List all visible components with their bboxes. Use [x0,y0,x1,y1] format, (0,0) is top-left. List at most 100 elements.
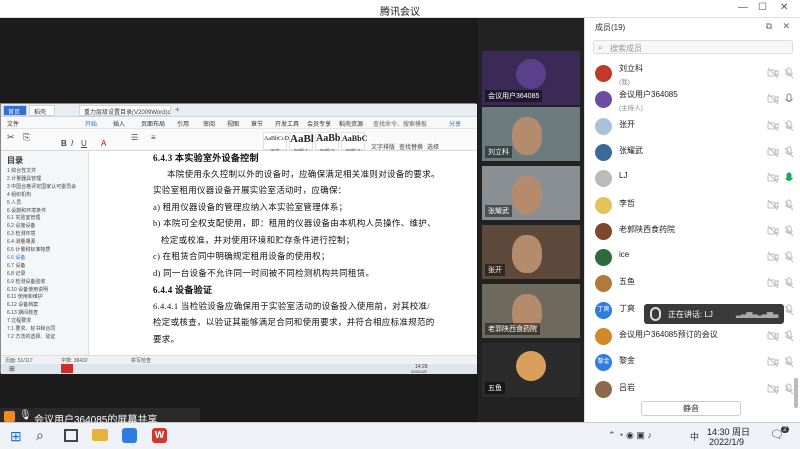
select-button[interactable]: 选择 [427,142,439,151]
toc-item[interactable]: 6.2 设施设备 [7,222,35,229]
tab-document[interactable]: 重力层级设置目录(V2009Word)docx [79,105,171,116]
document-line[interactable]: 本院使用永久控制以外的设备时，应确保满足相关准则对设备的要求。 [167,168,440,180]
document-line[interactable]: 检定或校准，并对使用环境和贮存条件进行控制； [161,234,355,246]
document-line[interactable]: c) 在租赁合同中明确规定租用设备的使用权； [153,250,330,262]
menu-review[interactable]: 审阅 [203,119,215,128]
video-tile[interactable]: 五鱼 [482,343,580,397]
camera-off-icon[interactable] [767,356,779,368]
start-icon[interactable]: ⊞ [10,428,22,445]
menu-devtools[interactable]: 开发工具 [275,119,299,128]
tab-docer[interactable]: 稻壳 [29,105,55,116]
maximize-icon[interactable]: ☐ [758,2,767,13]
member-row[interactable]: ice [585,245,800,271]
toc-item[interactable]: 6.9 检测设备验收 [7,278,45,285]
style-heading3[interactable]: AaBbC标题 3 [341,132,367,155]
find-replace-button[interactable]: 查找替换 [399,142,423,151]
video-tile[interactable]: 张开 [482,225,580,279]
copy-icon[interactable]: ⎘ [23,132,30,143]
underline-icon[interactable]: U [81,139,87,148]
mic-icon[interactable] [783,172,795,184]
camera-off-icon[interactable] [767,199,779,211]
video-tile[interactable]: 张耀武 [482,166,580,220]
toc-item[interactable]: 3 中国合格评定国家认可委员会 [7,183,76,190]
align-icon[interactable]: ≡ [151,133,156,142]
camera-off-icon[interactable] [767,120,779,132]
mic-icon[interactable] [783,93,795,105]
document-line[interactable]: b) 本院可全权支配使用，即：租用的仪器设备由本机构人员操作、维护、 [153,217,436,229]
toc-item[interactable]: 6.7 设备 [7,262,25,269]
spell-check[interactable]: 拼写检查 [131,357,151,364]
camera-off-icon[interactable] [767,383,779,395]
mic-muted-icon[interactable] [783,146,795,158]
camera-off-icon[interactable] [767,93,779,105]
document-line[interactable]: 6.4.4.1 当检验设备应确保用于实验室活动的设备投入使用前，对其校准/ [153,300,430,312]
toc-item[interactable]: 4 组织机构 [7,191,31,198]
toc-item[interactable]: 6.13 期间核查 [7,309,38,316]
menu-section[interactable]: 章节 [251,119,263,128]
document-line[interactable]: 6.4.3 本实验室外设备控制 [153,151,259,164]
camera-off-icon[interactable] [767,225,779,237]
file-explorer-icon[interactable] [92,429,108,441]
toc-item[interactable]: 2 计量器具管理 [7,175,41,182]
toc-item[interactable]: 6.12 设备档案 [7,301,38,308]
camera-off-icon[interactable] [767,330,779,342]
camera-off-icon[interactable] [767,146,779,158]
command-search[interactable]: 查找命令、搜索模板 [373,119,427,128]
style-heading2[interactable]: AaBb标题 2 [315,132,340,155]
member-row[interactable]: 黎金 黎金 [585,350,800,376]
member-row[interactable]: 张开 [585,114,800,140]
tencent-meeting-icon[interactable] [122,428,137,443]
document-line[interactable]: a) 租用仪器设备的管理应纳入本实验室管理体系； [153,201,347,213]
camera-off-icon[interactable] [767,172,779,184]
toc-item[interactable]: 7.1 要求、标书和合同 [7,325,55,332]
search-taskbar-icon[interactable]: ⌕ [36,427,44,444]
share-button[interactable]: 分享 [449,119,461,128]
member-row[interactable]: LJ [585,166,800,192]
font-color-icon[interactable]: A [101,139,106,148]
input-language[interactable]: 中 [690,430,699,443]
wps-icon[interactable]: W [152,428,167,443]
toc-item[interactable]: 1 综合性文件 [7,167,36,174]
style-normal[interactable]: AaBbCcDd正文 [263,132,292,155]
mic-muted-icon[interactable] [783,356,795,368]
toc-item[interactable]: 6.1 实验室管理 [7,214,40,221]
popout-icon[interactable]: ⧉ [766,21,772,32]
list-icon[interactable]: ☰ [131,133,138,142]
member-row[interactable]: 会议用户364085预订的会议 [585,324,800,350]
menu-docer-res[interactable]: 稻壳资源 [339,119,363,128]
menu-layout[interactable]: 页面布局 [141,119,165,128]
member-search[interactable]: ⌕ 搜索成员 [593,40,793,54]
member-row[interactable]: 五鱼 [585,271,800,297]
toc-item[interactable]: 6.5 计量和标准物质 [7,246,50,253]
document-line[interactable]: 要求。 [153,333,179,345]
camera-off-icon[interactable] [767,277,779,289]
menu-references[interactable]: 引用 [177,119,189,128]
member-row[interactable]: 会议用户364085 (主持人) [585,87,800,113]
toc-item[interactable]: 5 人员 [7,199,21,206]
mic-muted-icon[interactable] [783,304,795,316]
camera-off-icon[interactable] [767,251,779,263]
mic-muted-icon[interactable] [783,277,795,289]
toc-item[interactable]: 6.10 设备使用说明 [7,286,48,293]
minimize-icon[interactable]: — [738,2,748,13]
mic-muted-icon[interactable] [783,120,795,132]
video-tile[interactable]: 会议用户364085 [482,51,580,105]
member-row[interactable]: 张耀武 [585,140,800,166]
toc-item[interactable]: 6.3 检测环境 [7,230,35,237]
mic-muted-icon[interactable] [783,225,795,237]
italic-icon[interactable]: I [71,139,73,148]
menu-member[interactable]: 会员专享 [307,119,331,128]
mic-muted-icon[interactable] [783,67,795,79]
clock-date[interactable]: 2022/1/9 [709,437,744,447]
menu-insert[interactable]: 插入 [113,119,125,128]
member-row[interactable]: 李哲 [585,193,800,219]
member-list-scrollbar[interactable] [794,378,798,408]
video-tile[interactable]: 刘立科 [482,107,580,161]
close-icon[interactable]: ✕ [780,2,788,13]
tab-home[interactable]: 首页 [3,105,27,116]
toc-item[interactable]: 6.4 测量溯源 [7,238,35,245]
style-heading1[interactable]: AaBl标题 1 [289,132,314,155]
document-line[interactable]: 检定或核查，以验证其能够满足合同和使用要求，并符合相应标准规范的 [153,316,435,328]
member-row[interactable]: 刘立科 (我) [585,61,800,87]
toc-item[interactable]: 7.2 方法的选择、验证 [7,333,55,340]
